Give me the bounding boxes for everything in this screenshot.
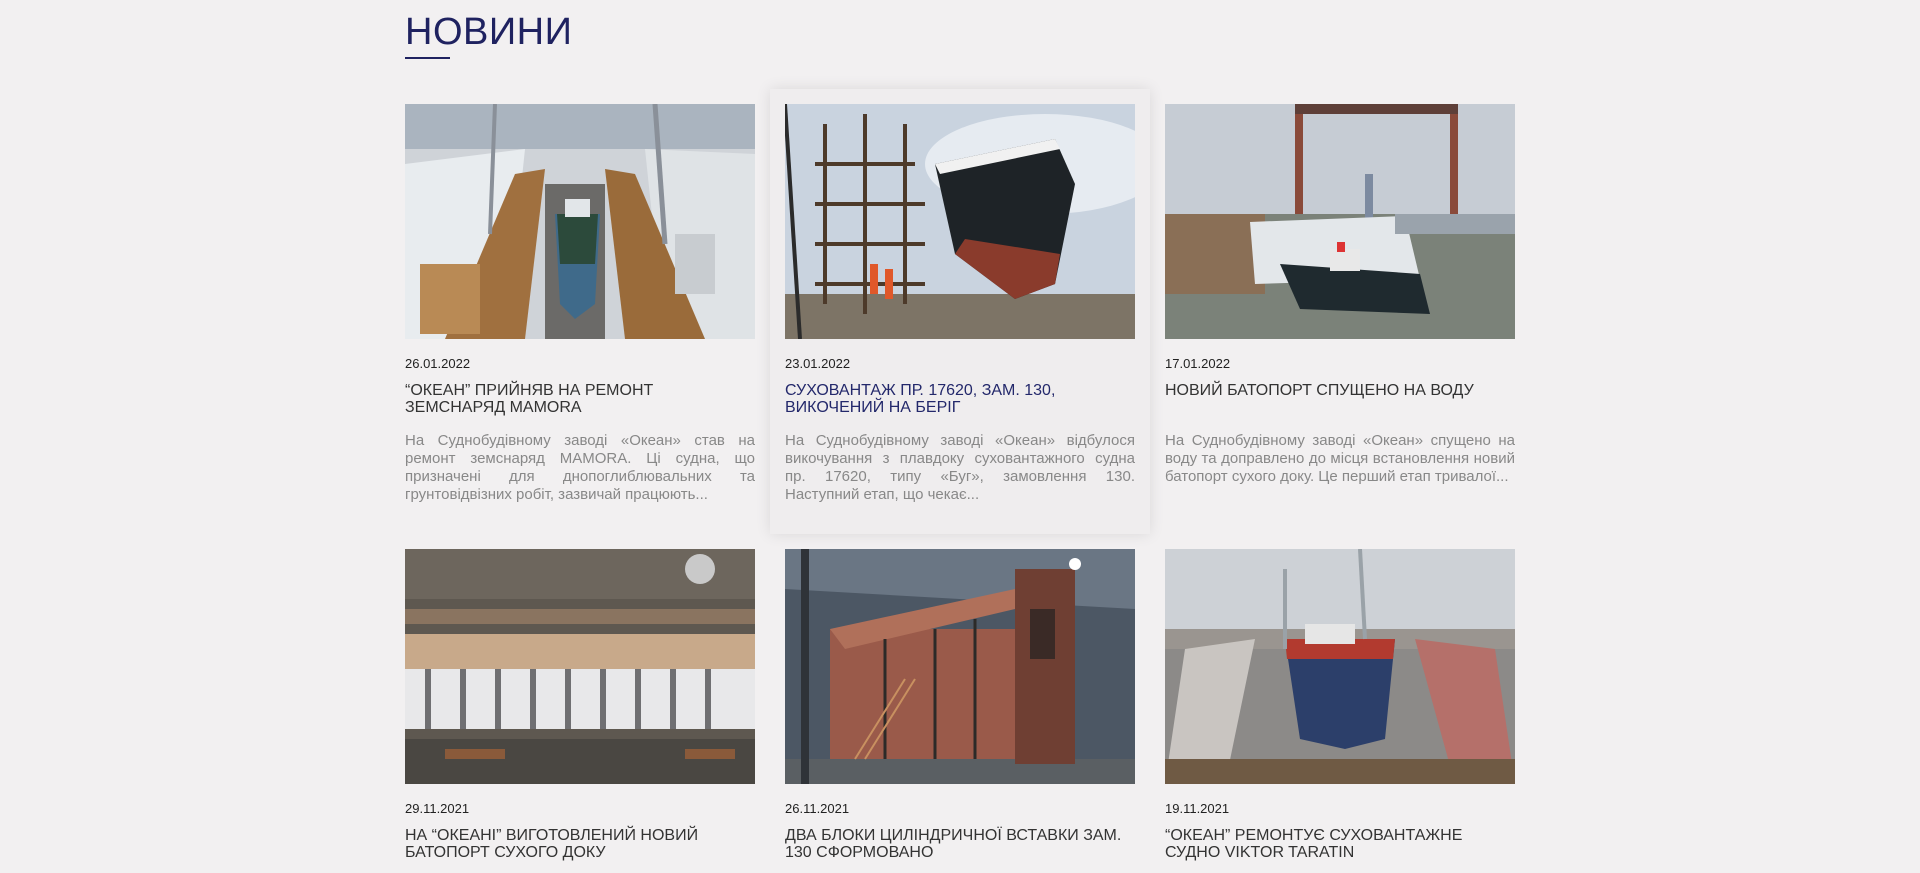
news-image-1[interactable] [405, 104, 755, 339]
news-card-4[interactable]: 29.11.2021 НА “ОКЕАНІ” ВИГОТОВЛЕНИЙ НОВИ… [405, 549, 755, 873]
news-date: 23.01.2022 [785, 356, 851, 371]
news-title-link[interactable]: “ОКЕАН” ПРИЙНЯВ НА РЕМОНТ ЗЕМСНАРЯД MAMO… [405, 382, 755, 416]
news-title-link[interactable]: НА “ОКЕАНІ” ВИГОТОВЛЕНИЙ НОВИЙ БАТОПОРТ … [405, 827, 755, 861]
section-title: НОВИНИ [405, 11, 573, 53]
batoport-tug-photo [1165, 104, 1515, 339]
title-underline [405, 57, 450, 59]
news-image-6[interactable] [1165, 549, 1515, 784]
hull-blocks-workshop-photo [785, 549, 1135, 784]
news-title-link[interactable]: “ОКЕАН” РЕМОНТУЄ СУХОВАНТАЖНЕ СУДНО VIKT… [1165, 827, 1515, 861]
news-date: 17.01.2022 [1165, 356, 1231, 371]
news-title-link[interactable]: НОВИЙ БАТОПОРТ СПУЩЕНО НА ВОДУ [1165, 382, 1515, 399]
news-card-3[interactable]: 17.01.2022 НОВИЙ БАТОПОРТ СПУЩЕНО НА ВОД… [1165, 104, 1515, 504]
news-card-2[interactable]: 23.01.2022 СУХОВАНТАЖ ПР. 17620, ЗАМ. 13… [770, 89, 1150, 534]
news-excerpt: На Суднобудівному заводі «Океан» спущено… [1165, 432, 1515, 485]
news-date: 19.11.2021 [1165, 801, 1230, 816]
news-card-1[interactable]: 26.01.2022 “ОКЕАН” ПРИЙНЯВ НА РЕМОНТ ЗЕМ… [405, 104, 755, 504]
news-title-link[interactable]: СУХОВАНТАЖ ПР. 17620, ЗАМ. 130, ВИКОЧЕНИ… [785, 382, 1135, 416]
news-excerpt: На Суднобудівному заводі «Океан» відбуло… [785, 432, 1135, 503]
dry-dock-winter-photo [405, 104, 755, 339]
batoport-aerial-photo [405, 549, 755, 784]
news-excerpt: На Суднобудівному заводі «Океан» став на… [405, 432, 755, 503]
news-card-6[interactable]: 19.11.2021 “ОКЕАН” РЕМОНТУЄ СУХОВАНТАЖНЕ… [1165, 549, 1515, 873]
news-date: 26.11.2021 [785, 801, 850, 816]
news-card-5[interactable]: 26.11.2021 ДВА БЛОКИ ЦИЛІНДРИЧНОЇ ВСТАВК… [785, 549, 1135, 873]
news-image-4[interactable] [405, 549, 755, 784]
news-title-link[interactable]: ДВА БЛОКИ ЦИЛІНДРИЧНОЇ ВСТАВКИ ЗАМ. 130 … [785, 827, 1135, 861]
news-image-5[interactable] [785, 549, 1135, 784]
news-image-2[interactable] [785, 104, 1135, 339]
cargo-ship-drydock-photo [1165, 549, 1515, 784]
news-date: 26.01.2022 [405, 356, 471, 371]
news-date: 29.11.2021 [405, 801, 470, 816]
ship-bow-scaffold-photo [785, 104, 1135, 339]
news-image-3[interactable] [1165, 104, 1515, 339]
